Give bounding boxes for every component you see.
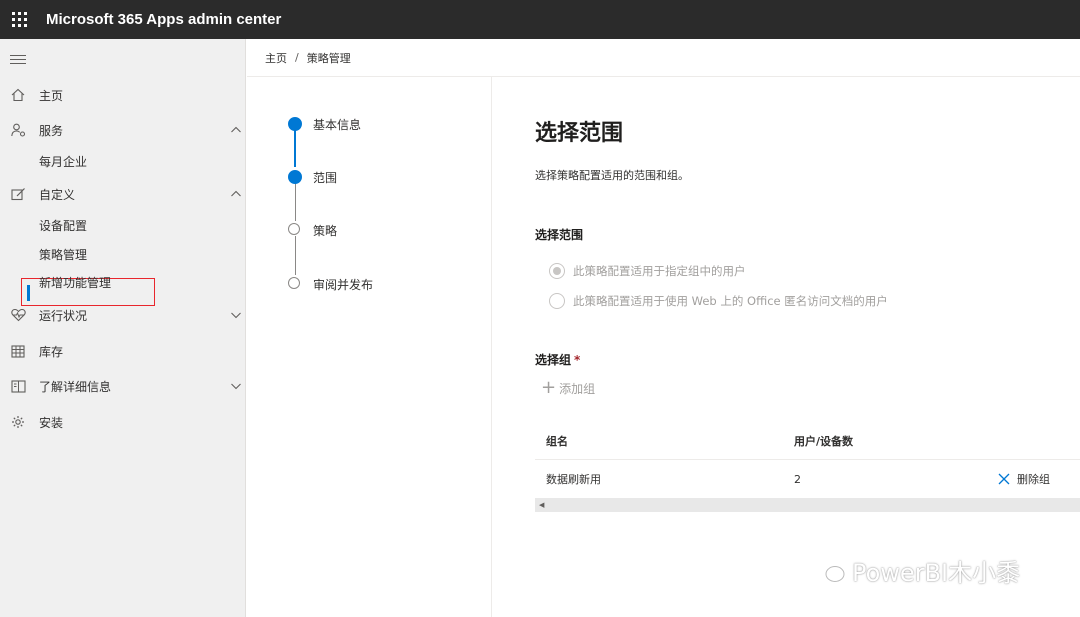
sidebar-item-label: 运行状况 xyxy=(39,308,88,323)
step-complete-indicator xyxy=(288,117,302,131)
plus-icon: + xyxy=(541,377,557,398)
heart-pulse-icon xyxy=(10,307,26,323)
breadcrumb-separator: / xyxy=(295,51,299,64)
scroll-left-arrow-icon[interactable]: ◀ xyxy=(539,501,544,509)
page-title: 选择范围 xyxy=(535,121,624,146)
sidebar-subitem-monthly-enterprise[interactable]: 每月企业 xyxy=(39,152,87,172)
watermark-text: PowerBI木小黍 xyxy=(852,559,1021,587)
add-group-button[interactable]: + 添加组 xyxy=(541,379,595,397)
horizontal-scrollbar[interactable]: ◀ xyxy=(535,498,1080,512)
radio-selected-icon xyxy=(549,263,565,279)
group-name-cell: 数据刷新用 xyxy=(546,473,601,486)
column-header-user-device-count[interactable]: 用户/设备数 xyxy=(794,423,853,459)
table-header-row: 组名 用户/设备数 xyxy=(535,423,1080,460)
sidebar-item-inventory[interactable]: 库存 xyxy=(0,336,246,366)
sidebar-item-customization[interactable]: 自定义 xyxy=(0,179,246,209)
gear-icon xyxy=(10,414,26,430)
hamburger-menu-icon[interactable] xyxy=(10,55,26,65)
book-icon xyxy=(10,378,26,394)
watermark: PowerBI木小黍 xyxy=(812,553,1020,588)
step-connector xyxy=(294,236,296,275)
sidebar-item-label: 库存 xyxy=(39,344,64,359)
column-header-group-name[interactable]: 组名 xyxy=(546,423,568,459)
chevron-down-icon[interactable] xyxy=(230,380,242,392)
step-pending-indicator xyxy=(288,277,300,289)
required-marker: * xyxy=(574,353,581,367)
page-description: 选择策略配置适用的范围和组。 xyxy=(535,169,689,182)
home-icon xyxy=(10,87,26,103)
sidebar-item-label: 自定义 xyxy=(39,187,76,202)
sidebar-subitem-device-configuration[interactable]: 设备配置 xyxy=(39,216,87,236)
sidebar-item-services[interactable]: 服务 xyxy=(0,115,246,145)
waffle-icon xyxy=(11,12,27,27)
people-settings-icon xyxy=(10,122,26,138)
radio-label: 此策略配置适用于指定组中的用户 xyxy=(573,264,746,278)
table-icon xyxy=(10,343,26,359)
chevron-down-icon[interactable] xyxy=(230,309,242,321)
scope-option-specified-groups[interactable]: 此策略配置适用于指定组中的用户 xyxy=(549,263,746,279)
remove-group-label: 删除组 xyxy=(1017,473,1050,486)
step-review-publish[interactable]: 审阅并发布 xyxy=(313,276,373,293)
app-launcher-button[interactable] xyxy=(0,0,38,39)
radio-label: 此策略配置适用于使用 Web 上的 Office 匿名访问文档的用户 xyxy=(573,294,888,308)
chevron-up-icon[interactable] xyxy=(230,188,242,200)
scope-option-anonymous-web[interactable]: 此策略配置适用于使用 Web 上的 Office 匿名访问文档的用户 xyxy=(549,293,888,309)
group-label-text: 选择组 xyxy=(535,353,572,367)
close-icon xyxy=(998,473,1010,485)
sidebar-item-label: 安装 xyxy=(39,415,64,430)
scope-section-label: 选择范围 xyxy=(535,228,584,242)
wizard-stepper: 基本信息 范围 策略 审阅并发布 xyxy=(247,77,492,617)
step-policies[interactable]: 策略 xyxy=(313,222,337,239)
breadcrumb-home-link[interactable]: 主页 xyxy=(265,50,287,66)
app-title: Microsoft 365 Apps admin center xyxy=(46,11,282,28)
sidebar-subitem-policy-management[interactable]: 策略管理 xyxy=(39,245,87,265)
step-scope[interactable]: 范围 xyxy=(313,169,337,186)
sidebar-item-installation[interactable]: 安装 xyxy=(0,407,246,437)
step-connector xyxy=(294,130,296,167)
radio-unselected-icon xyxy=(549,293,565,309)
count-cell: 2 xyxy=(794,472,801,486)
sidebar-item-learn-more[interactable]: 了解详细信息 xyxy=(0,371,246,401)
sidebar-item-label: 了解详细信息 xyxy=(39,379,112,394)
group-section-label: 选择组 * xyxy=(535,351,580,368)
step-connector xyxy=(294,183,296,221)
chevron-up-icon[interactable] xyxy=(230,124,242,136)
sidebar-subitem-whats-new-management[interactable]: 新增功能管理 xyxy=(39,273,111,293)
breadcrumb-current: 策略管理 xyxy=(306,51,351,65)
sidebar-item-home[interactable]: 主页 xyxy=(0,80,246,110)
remove-group-button[interactable]: 删除组 xyxy=(998,460,1050,498)
sidebar: 主页 服务 每月企业 自定义 设备配置 策略管理 新增功能管理 运行状况 库存 xyxy=(0,39,246,617)
wechat-logo-icon xyxy=(813,558,845,582)
step-basics[interactable]: 基本信息 xyxy=(313,116,361,133)
sidebar-item-health[interactable]: 运行状况 xyxy=(0,300,246,330)
breadcrumb: 主页 / 策略管理 xyxy=(247,39,1080,77)
sidebar-item-label: 服务 xyxy=(39,123,64,138)
step-pending-indicator xyxy=(288,223,300,235)
groups-table: 组名 用户/设备数 数据刷新用 2 删除组 ◀ xyxy=(535,423,1080,512)
add-group-label: 添加组 xyxy=(559,381,596,396)
edit-icon xyxy=(10,186,26,202)
top-bar: Microsoft 365 Apps admin center xyxy=(0,0,1080,39)
main-content: 选择范围 选择策略配置适用的范围和组。 选择范围 此策略配置适用于指定组中的用户… xyxy=(493,77,1080,617)
step-current-indicator xyxy=(288,170,302,184)
table-row[interactable]: 数据刷新用 2 删除组 xyxy=(535,460,1080,498)
sidebar-item-label: 主页 xyxy=(39,88,64,103)
